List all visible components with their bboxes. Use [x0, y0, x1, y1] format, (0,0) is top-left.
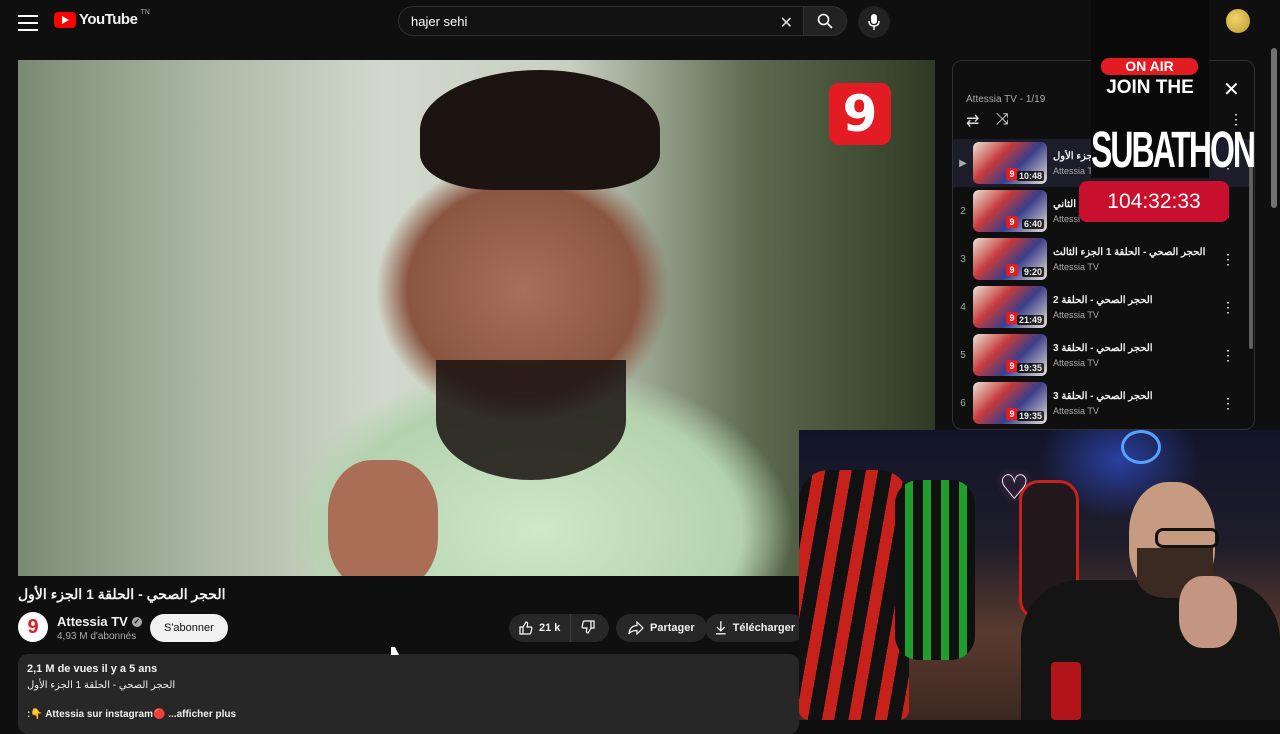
- playlist-item-channel: Attessia TV: [1053, 406, 1099, 416]
- subscriber-count: 4,93 M d'abonnés: [57, 631, 137, 642]
- instagram-text: :👇 Attessia sur instagram🔴: [27, 709, 166, 720]
- search-button[interactable]: [803, 6, 847, 36]
- subscribe-button[interactable]: S'abonner: [150, 614, 228, 642]
- duration-badge: 21:49: [1016, 315, 1044, 325]
- thumbs-down-icon: [581, 619, 596, 634]
- dislike-button[interactable]: [571, 619, 605, 637]
- page-scrollbar[interactable]: [1271, 48, 1277, 208]
- close-playlist-icon[interactable]: ✕: [1223, 77, 1240, 102]
- download-label: Télécharger: [732, 622, 795, 634]
- playlist-item-channel: Attessia TV: [1053, 358, 1099, 368]
- channel-avatar[interactable]: 9: [18, 612, 48, 642]
- playlist-thumbnail: 9 10:48: [973, 142, 1047, 184]
- duration-badge: 19:35: [1016, 363, 1044, 373]
- playlist-item-index: 5: [960, 349, 966, 361]
- verified-icon: ✓: [131, 616, 142, 627]
- playlist-thumbnail: 9 19:35: [973, 382, 1047, 424]
- join-the-text: JOIN THE: [1106, 77, 1194, 98]
- share-button[interactable]: Partager: [616, 614, 707, 642]
- item-menu-icon[interactable]: ⋮: [1221, 299, 1235, 316]
- search-icon: [817, 13, 833, 29]
- logo-country: TN: [140, 9, 150, 16]
- playlist-thumbnail: 9 9:20: [973, 238, 1047, 280]
- channel-name-row[interactable]: Attessia TV ✓: [57, 614, 142, 629]
- playlist-item-title: الحجر الصحي - الحلقة 3: [1053, 343, 1153, 354]
- playlist-item-channel: Attessia TV: [1053, 310, 1099, 320]
- item-menu-icon[interactable]: ⋮: [1221, 347, 1235, 364]
- search-input[interactable]: [411, 13, 771, 29]
- playlist-thumbnail: 9 19:35: [973, 334, 1047, 376]
- video-title: الحجر الصحي - الحلقة 1 الجزء الأول: [18, 586, 226, 602]
- like-count: 21 k: [539, 622, 561, 634]
- glasses: [1155, 528, 1219, 548]
- playlist-item[interactable]: 6 9 19:35 الحجر الصحي - الحلقة 3 Attessia …: [953, 379, 1249, 427]
- loop-icon[interactable]: ⇄: [966, 111, 979, 131]
- clear-search-icon[interactable]: ✕: [780, 13, 793, 33]
- logo-text: YouTube: [79, 11, 138, 28]
- playlist-item-index: 2: [960, 205, 966, 217]
- share-label: Partager: [650, 622, 695, 634]
- playlist-item-title: الحجر الصحي - الحلقة 2: [1053, 295, 1153, 306]
- playlist-item-title: الحجر الصحي - الحلقة 3: [1053, 391, 1153, 402]
- gaming-chair: [895, 480, 975, 660]
- like-dislike-group: 21 k: [509, 614, 609, 642]
- view-count-date: 2,1 M de vues il y a 5 ans: [27, 663, 158, 675]
- item-menu-icon[interactable]: ⋮: [1221, 395, 1235, 412]
- search-box: ✕: [398, 6, 804, 36]
- playlist-item[interactable]: 3 9 9:20 الحجر الصحي - الحلقة 1 الجزء الث…: [953, 235, 1249, 283]
- duration-badge: 10:48: [1016, 171, 1044, 181]
- playlist-subtitle: Attessia TV - 1/19: [966, 94, 1046, 105]
- microphone-icon: [868, 14, 880, 30]
- gaming-chair: [799, 470, 909, 720]
- top-bar: YouTube TN ✕: [0, 0, 1280, 44]
- webcam-overlay: ♡: [799, 430, 1280, 720]
- channel-badge-icon: 9: [1006, 264, 1018, 276]
- youtube-play-icon: [54, 11, 76, 28]
- subathon-overlay: ON AIR JOIN THE SUBATHON: [1091, 0, 1256, 178]
- video-frame-detail: [420, 70, 660, 190]
- youtube-logo[interactable]: YouTube TN: [54, 9, 150, 28]
- shuffle-icon[interactable]: ⤨: [996, 111, 1009, 129]
- duration-badge: 19:35: [1016, 411, 1044, 421]
- voice-search-button[interactable]: [858, 6, 890, 38]
- video-frame-detail: [436, 360, 626, 480]
- account-avatar[interactable]: [1226, 9, 1250, 33]
- thumbs-up-icon: [519, 621, 533, 635]
- playlist-item-index: 4: [960, 301, 966, 313]
- playlist-thumbnail: 9 21:49: [973, 286, 1047, 328]
- playlist-item[interactable]: 4 9 21:49 الحجر الصحي - الحلقة 2 Attessia …: [953, 283, 1249, 331]
- item-menu-icon[interactable]: ⋮: [1221, 251, 1235, 268]
- show-more-link[interactable]: ...afficher plus: [168, 709, 236, 720]
- neon-heart-icon: ♡: [999, 469, 1030, 507]
- description-instagram-line: :👇 Attessia sur instagram🔴 ...afficher p…: [27, 709, 790, 720]
- playlist-item[interactable]: 5 9 19:35 الحجر الصحي - الحلقة 3 Attessia …: [953, 331, 1249, 379]
- channel-watermark: 9: [829, 83, 891, 145]
- on-air-badge: ON AIR: [1101, 58, 1198, 75]
- description-line: الحجر الصحي - الحلقة 1 الجزء الأول: [27, 680, 176, 691]
- video-frame-detail: [328, 460, 438, 576]
- video-player[interactable]: 9: [18, 60, 935, 576]
- playlist-item-index: 3: [960, 253, 966, 265]
- download-button[interactable]: Télécharger: [705, 614, 805, 642]
- red-cup: [1051, 662, 1081, 720]
- playlist-item-title: الحجر الصحي - الحلقة 1 الجزء الثالث: [1053, 247, 1206, 258]
- playlist-thumbnail: 9 6:40: [973, 190, 1047, 232]
- mouse-cursor-icon: [391, 647, 399, 655]
- playlist-item-channel: Attessia TV: [1053, 262, 1099, 272]
- channel-badge-icon: 9: [1006, 216, 1018, 228]
- playlist-item-index: 6: [960, 397, 966, 409]
- playlist-item-index: ▶: [959, 157, 967, 169]
- menu-icon[interactable]: [16, 10, 40, 34]
- description-box[interactable]: 2,1 M de vues il y a 5 ans الحجر الصحي -…: [18, 654, 799, 734]
- channel-name[interactable]: Attessia TV: [57, 614, 128, 629]
- duration-badge: 9:20: [1021, 267, 1044, 277]
- download-icon: [715, 621, 726, 635]
- like-button[interactable]: 21 k: [509, 614, 572, 642]
- subathon-timer: 104:32:33: [1079, 181, 1229, 222]
- streamer-hand: [1179, 576, 1237, 648]
- neon-light: [1121, 430, 1161, 464]
- duration-badge: 6:40: [1021, 219, 1044, 229]
- share-icon: [628, 621, 644, 635]
